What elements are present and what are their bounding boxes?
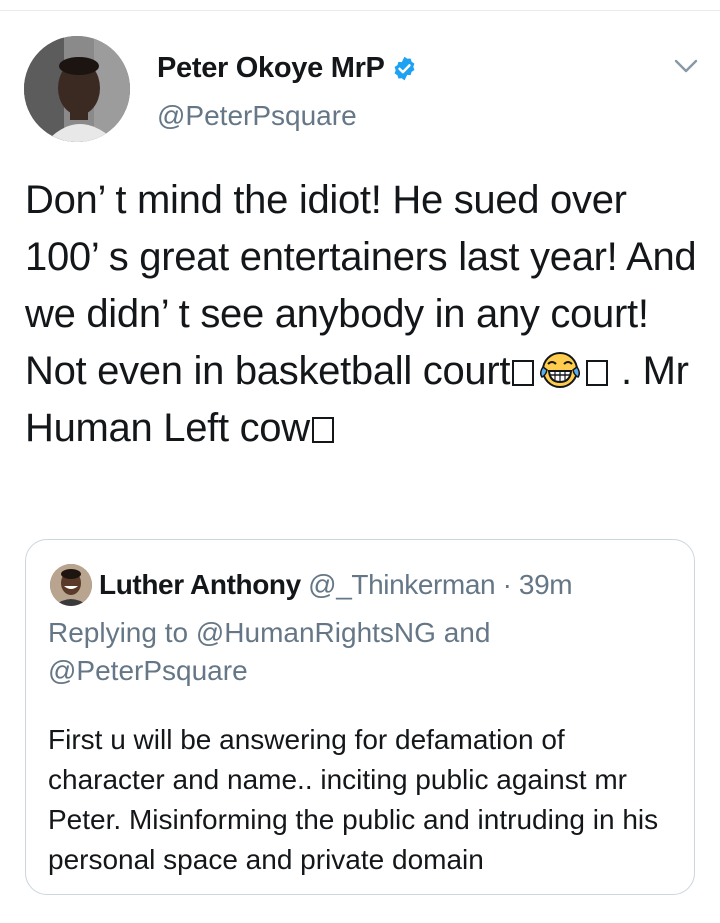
tweet-text: Don’ t mind the idiot! He sued over 100’…	[25, 172, 705, 457]
quoted-header: Luther Anthony @_Thinkerman · 39m	[99, 567, 573, 603]
unsupported-glyph-box	[586, 360, 609, 386]
quoted-timestamp[interactable]: 39m	[519, 569, 573, 600]
mention-link[interactable]: @HumanRightsNG	[196, 617, 436, 648]
author-avatar[interactable]	[24, 36, 130, 142]
avatar-photo-icon	[50, 564, 92, 606]
quoted-tweet-text: First u will be answering for defamation…	[48, 724, 666, 875]
verified-badge-icon	[394, 56, 415, 80]
quoted-author-handle[interactable]: @_Thinkerman	[308, 569, 495, 600]
face-with-tears-of-joy-icon	[540, 352, 581, 388]
replying-to-label: Replying to	[48, 617, 189, 648]
quoted-author-name[interactable]: Luther Anthony	[99, 569, 301, 600]
author-handle[interactable]: @PeterPsquare	[157, 98, 357, 134]
replying-to-line: Replying to @HumanRightsNG and @PeterPsq…	[48, 614, 668, 690]
quoted-author-avatar[interactable]	[50, 564, 92, 606]
mention-link[interactable]: @PeterPsquare	[48, 655, 248, 686]
top-divider	[0, 10, 720, 11]
quoted-tweet-card[interactable]: Luther Anthony @_Thinkerman · 39m Replyi…	[25, 539, 695, 895]
chevron-down-icon[interactable]	[672, 54, 700, 78]
author-display-name[interactable]: Peter Okoye MrP	[157, 50, 418, 86]
avatar-photo-icon	[24, 36, 130, 142]
unsupported-glyph-box	[311, 417, 334, 443]
header-separator: ·	[502, 569, 512, 600]
display-name-text: Peter Okoye MrP	[157, 52, 385, 84]
unsupported-glyph-box	[512, 360, 535, 386]
replying-and-label: and	[443, 617, 491, 648]
